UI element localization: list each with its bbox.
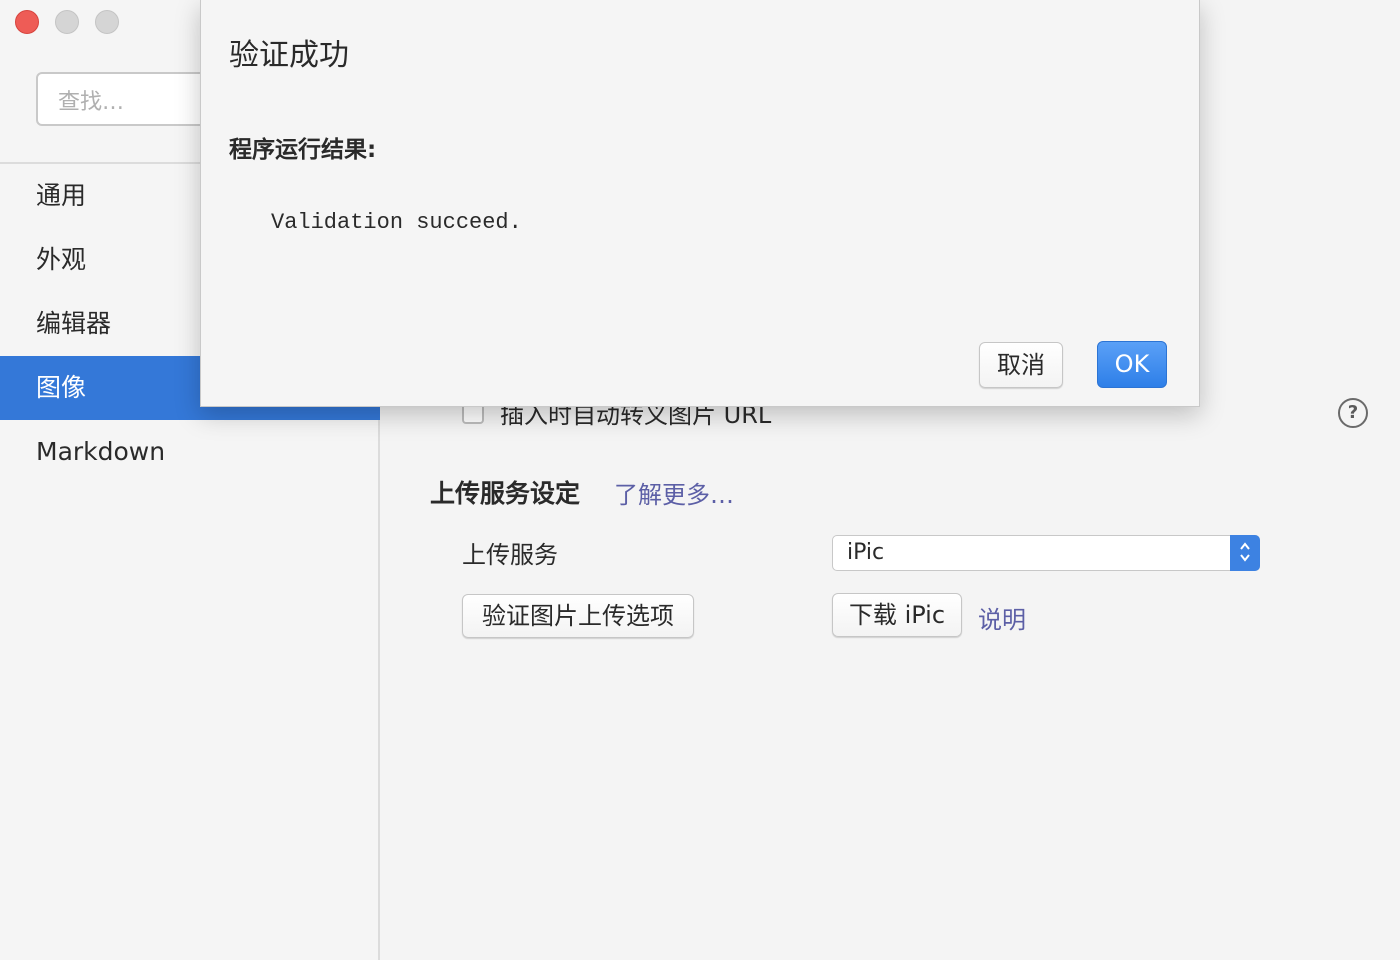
sidebar-item-markdown[interactable]: Markdown	[0, 420, 380, 484]
dialog-output-text: Validation succeed.	[271, 210, 522, 235]
upload-service-value: iPic	[847, 540, 885, 565]
ok-button[interactable]: OK	[1097, 341, 1167, 388]
docs-link[interactable]: 说明	[978, 600, 1026, 635]
search-placeholder: 查找…	[58, 90, 125, 115]
dialog-result-label: 程序运行结果:	[229, 137, 377, 163]
minimize-window-button[interactable]	[55, 10, 79, 34]
question-circle-icon[interactable]: ?	[1338, 398, 1368, 428]
zoom-window-button[interactable]	[95, 10, 119, 34]
window-controls	[15, 10, 119, 34]
upload-section-title: 上传服务设定	[430, 479, 581, 508]
cancel-button[interactable]: 取消	[979, 342, 1063, 388]
chevron-up-down-glyph	[1240, 542, 1250, 562]
upload-service-label: 上传服务	[462, 541, 558, 569]
up-down-chevron-icon	[1230, 535, 1260, 571]
dialog-title: 验证成功	[229, 38, 349, 73]
learn-more-link[interactable]: 了解更多…	[614, 475, 734, 510]
validation-dialog: 验证成功 程序运行结果: Validation succeed. 取消 OK	[200, 0, 1200, 407]
validate-upload-button[interactable]: 验证图片上传选项	[462, 594, 694, 638]
upload-service-select[interactable]: iPic	[832, 535, 1260, 571]
preferences-window: 查找… 通用 外观 编辑器 图像 Markdown 插入时自动转义图片 URL …	[0, 0, 1400, 960]
close-window-button[interactable]	[15, 10, 39, 34]
download-ipic-button[interactable]: 下载 iPic	[832, 593, 962, 637]
